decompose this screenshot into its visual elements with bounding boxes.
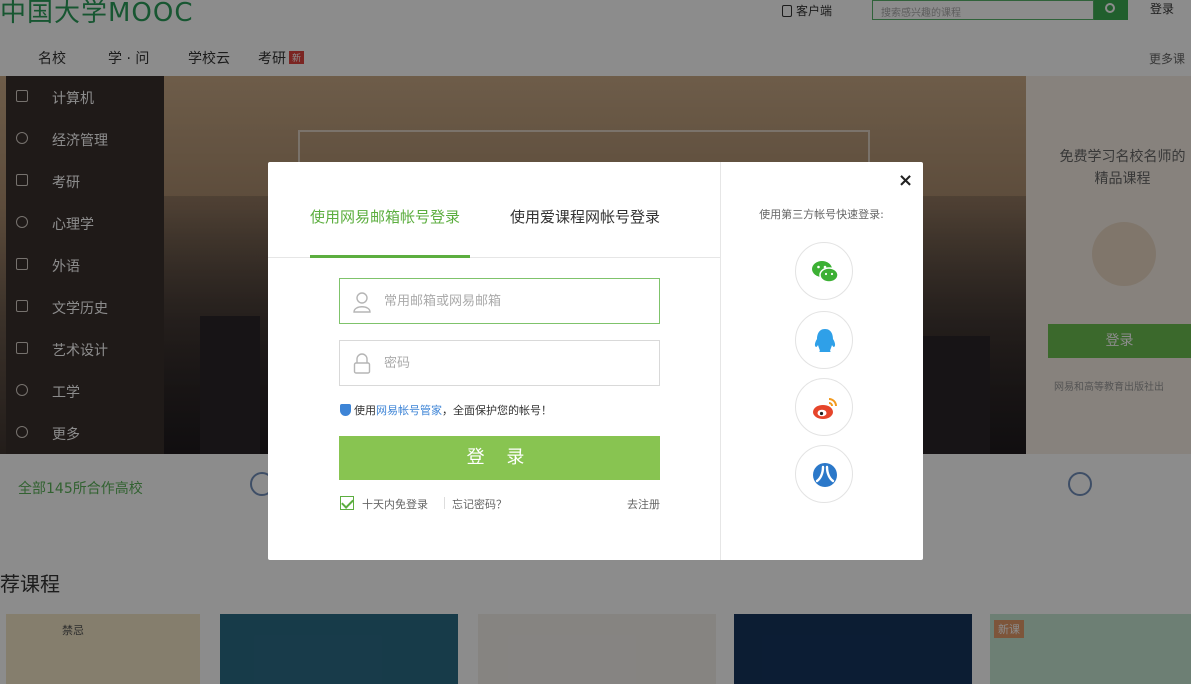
password-input[interactable] [384, 341, 654, 385]
login-options: 十天内免登录 忘记密码？ 去注册 [340, 495, 660, 513]
renren-login-button[interactable] [795, 445, 853, 503]
guard-prefix: 使用 [354, 404, 376, 417]
tab-icourse-login[interactable]: 使用爱课程网帐号登录 [510, 206, 660, 227]
tab-email-login[interactable]: 使用网易邮箱帐号登录 [310, 206, 460, 227]
lock-icon [353, 353, 371, 374]
close-icon[interactable]: × [898, 170, 913, 191]
shield-icon [340, 404, 351, 416]
qq-icon [814, 329, 836, 352]
email-field[interactable] [339, 278, 660, 324]
options-separator [444, 497, 445, 509]
guard-suffix: ，全面保护您的帐号！ [442, 404, 552, 417]
wechat-login-button[interactable] [795, 242, 853, 300]
active-tab-indicator [310, 255, 470, 258]
weibo-icon [813, 398, 837, 419]
wechat-icon [812, 261, 839, 283]
login-modal: 使用网易邮箱帐号登录 使用爱课程网帐号登录 使用网易帐号管家，全面保护您的帐号！… [268, 162, 923, 560]
register-link[interactable]: 去注册 [627, 496, 660, 512]
qq-login-button[interactable] [795, 311, 853, 369]
account-guard-link[interactable]: 网易帐号管家 [376, 404, 442, 417]
forgot-password-link[interactable]: 忘记密码？ [452, 496, 507, 512]
weibo-login-button[interactable] [795, 378, 853, 436]
remember-label[interactable]: 十天内免登录 [362, 496, 428, 512]
account-guard-notice: 使用网易帐号管家，全面保护您的帐号！ [340, 402, 552, 418]
login-button[interactable]: 登 录 [339, 436, 660, 480]
remember-checkbox[interactable] [340, 496, 354, 510]
third-party-title: 使用第三方帐号快速登录: [759, 208, 884, 221]
email-input[interactable] [384, 279, 654, 323]
password-field[interactable] [339, 340, 660, 386]
renren-icon [813, 463, 837, 487]
user-icon [353, 292, 371, 313]
